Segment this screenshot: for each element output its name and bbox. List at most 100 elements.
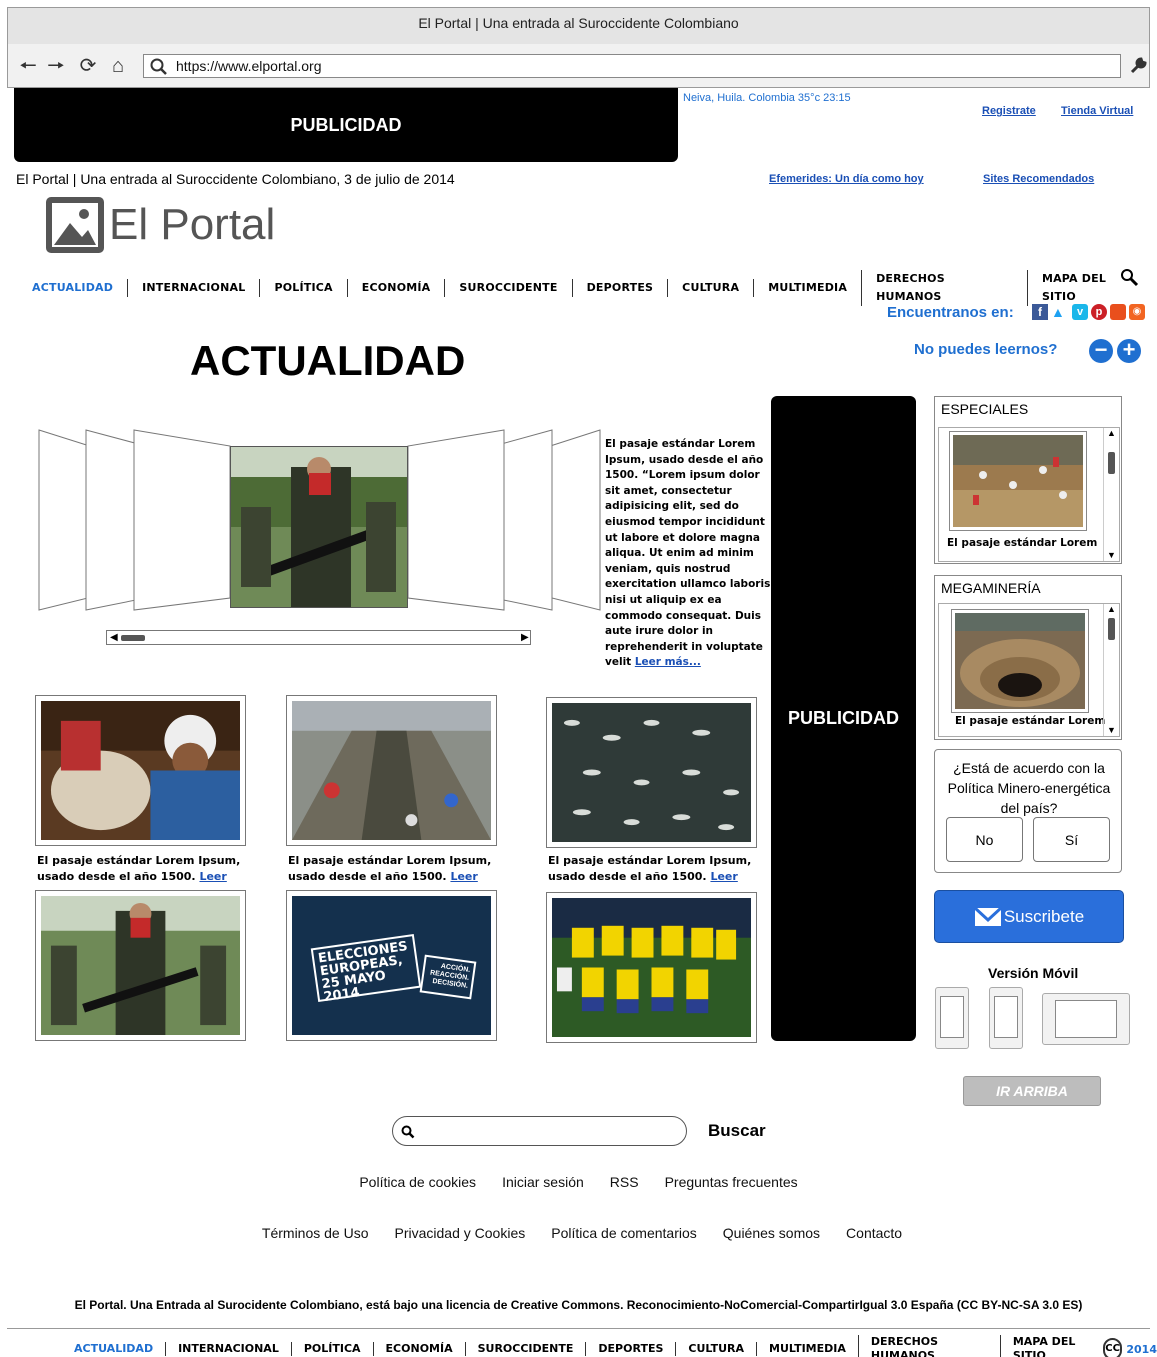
twitter-icon[interactable]: ▲ xyxy=(1051,304,1069,320)
read-link[interactable]: Leer xyxy=(199,870,226,883)
scroll-up-icon[interactable]: ▲ xyxy=(1107,428,1116,438)
reload-icon[interactable]: ⟳ xyxy=(78,56,98,76)
facebook-icon[interactable]: f xyxy=(1032,304,1048,320)
especiales-image[interactable] xyxy=(949,431,1087,531)
efemerides-link[interactable]: Efemerides: Un día como hoy xyxy=(769,173,924,185)
footer-nav: ACTUALIDAD INTERNACIONAL POLÍTICA ECONOM… xyxy=(62,1335,1157,1357)
footer-link[interactable]: Política de cookies xyxy=(359,1174,476,1190)
nav-suroccidente[interactable]: SUROCCIDENTE xyxy=(444,279,571,297)
coverflow-scrollbar[interactable]: ◀ ▶ xyxy=(106,630,531,645)
forward-arrow-icon[interactable]: 🠖 xyxy=(46,56,66,76)
article-thumbnail[interactable] xyxy=(546,697,757,848)
nav-politica[interactable]: POLÍTICA xyxy=(259,279,346,297)
footer-search-input[interactable] xyxy=(392,1116,687,1146)
scroll-right-icon[interactable]: ▶ xyxy=(521,632,529,643)
store-link[interactable]: Tienda Virtual xyxy=(1061,105,1133,117)
back-arrow-icon[interactable]: 🠔 xyxy=(18,56,38,76)
election-title: ELECCIONES EUROPEAS, 25 MAYO 2014 xyxy=(310,934,422,1005)
poll-question: ¿Está de acuerdo con la Política Minero-… xyxy=(947,760,1111,816)
subscribe-button[interactable]: Suscribete xyxy=(934,890,1124,943)
footer-nav-mapa-del-sitio[interactable]: MAPA DEL SITIO xyxy=(999,1335,1111,1357)
nav-actualidad[interactable]: ACTUALIDAD xyxy=(24,279,127,297)
register-link[interactable]: Registrate xyxy=(982,105,1036,117)
article-thumbnail[interactable] xyxy=(35,890,246,1041)
nav-deportes[interactable]: DEPORTES xyxy=(571,279,668,297)
tablet-device-icon[interactable] xyxy=(989,987,1023,1049)
nav-internacional[interactable]: INTERNACIONAL xyxy=(127,279,259,297)
search-icon xyxy=(150,58,167,75)
decrease-text-icon[interactable]: − xyxy=(1089,339,1113,363)
read-link[interactable]: Leer xyxy=(710,870,737,883)
scroll-thumb[interactable] xyxy=(1108,618,1115,640)
poll-no-button[interactable]: No xyxy=(946,817,1023,862)
blogger-icon[interactable] xyxy=(1110,304,1126,320)
footer-nav-economia[interactable]: ECONOMÍA xyxy=(372,1342,465,1356)
election-slogan: ACCIÓN. REACCIÓN. DECISIÓN. xyxy=(419,954,477,1000)
footer-link[interactable]: Preguntas frecuentes xyxy=(665,1174,798,1190)
home-icon[interactable]: ⌂ xyxy=(108,56,128,76)
footer-nav-politica[interactable]: POLÍTICA xyxy=(290,1342,373,1356)
poll-yes-button[interactable]: Sí xyxy=(1033,817,1110,862)
footer-link[interactable]: Política de comentarios xyxy=(551,1225,697,1241)
footer-link[interactable]: RSS xyxy=(610,1174,639,1190)
featured-image[interactable] xyxy=(230,446,408,608)
scroll-thumb[interactable] xyxy=(121,635,145,641)
footer-nav-derechos-humanos[interactable]: DERECHOS HUMANOS xyxy=(857,1335,1000,1357)
nav-multimedia[interactable]: MULTIMEDIA xyxy=(753,279,861,297)
site-search-icon[interactable] xyxy=(1120,268,1140,288)
landscape-device-icon[interactable] xyxy=(1042,993,1130,1045)
article-thumbnail[interactable] xyxy=(546,892,757,1043)
footer-nav-internacional[interactable]: INTERNACIONAL xyxy=(165,1342,291,1356)
increase-text-icon[interactable]: + xyxy=(1117,339,1141,363)
nav-derechos-humanos[interactable]: DERECHOS HUMANOS xyxy=(861,270,1027,306)
especiales-panel: ESPECIALES El pasaje estándar Lorem ▲ ▼ xyxy=(934,396,1122,564)
wrench-icon[interactable] xyxy=(1128,56,1148,76)
footer-nav-suroccidente[interactable]: SUROCCIDENTE xyxy=(464,1342,586,1356)
megamineria-image[interactable] xyxy=(951,609,1089,713)
scroll-down-icon[interactable]: ▼ xyxy=(1107,725,1116,735)
article-caption: El pasaje estándar Lorem Ipsum, usado de… xyxy=(288,853,498,885)
megamineria-scrollbar[interactable]: ▲ ▼ xyxy=(1103,604,1119,736)
especiales-scrollbar[interactable]: ▲ ▼ xyxy=(1103,428,1119,561)
read-more-link[interactable]: Leer más... xyxy=(635,656,701,668)
footer-link[interactable]: Contacto xyxy=(846,1225,902,1241)
site-logo-text[interactable]: El Portal xyxy=(109,200,275,250)
megamineria-scroll-area[interactable]: El pasaje estándar Lorem ▲ ▼ xyxy=(938,603,1120,737)
footer-nav-actualidad[interactable]: ACTUALIDAD xyxy=(62,1342,165,1356)
footer-link[interactable]: Quiénes somos xyxy=(723,1225,820,1241)
phone-device-icon[interactable] xyxy=(935,987,969,1049)
pinterest-icon[interactable]: p xyxy=(1091,304,1107,320)
mobile-version-title: Versión Móvil xyxy=(988,965,1079,981)
address-bar[interactable]: https://www.elportal.org xyxy=(143,54,1121,78)
scroll-up-icon[interactable]: ▲ xyxy=(1107,604,1116,614)
featured-body: El pasaje estándar Lorem Ipsum, usado de… xyxy=(605,438,771,669)
read-link[interactable]: Leer xyxy=(450,870,477,883)
nav-cultura[interactable]: CULTURA xyxy=(667,279,753,297)
side-ad-banner[interactable]: PUBLICIDAD xyxy=(771,396,916,1041)
megamineria-caption: El pasaje estándar Lorem xyxy=(955,715,1106,727)
article-thumbnail[interactable] xyxy=(286,695,497,846)
subscribe-label: Suscribete xyxy=(1003,906,1085,926)
top-ad-banner[interactable]: PUBLICIDAD xyxy=(14,88,678,162)
article-thumbnail[interactable]: ELECCIONES EUROPEAS, 25 MAYO 2014 ACCIÓN… xyxy=(286,890,497,1041)
footer-link[interactable]: Iniciar sesión xyxy=(502,1174,584,1190)
search-button[interactable]: Buscar xyxy=(708,1121,766,1141)
footer-nav-deportes[interactable]: DEPORTES xyxy=(585,1342,675,1356)
readability-label: No puedes leernos? xyxy=(914,341,1058,358)
recommended-sites-link[interactable]: Sites Recomendados xyxy=(983,173,1094,185)
footer-link[interactable]: Términos de Uso xyxy=(262,1225,369,1241)
footer-nav-cultura[interactable]: CULTURA xyxy=(675,1342,756,1356)
article-thumbnail[interactable] xyxy=(35,695,246,846)
browser-toolbar: 🠔 🠖 ⟳ ⌂ https://www.elportal.org xyxy=(7,44,1150,88)
scroll-thumb[interactable] xyxy=(1108,452,1115,474)
scroll-left-icon[interactable]: ◀ xyxy=(110,632,118,643)
especiales-scroll-area[interactable]: El pasaje estándar Lorem ▲ ▼ xyxy=(938,427,1120,562)
footer-link[interactable]: Privacidad y Cookies xyxy=(395,1225,526,1241)
vimeo-icon[interactable]: v xyxy=(1072,304,1088,320)
back-to-top-button[interactable]: IR ARRIBA xyxy=(963,1076,1101,1106)
envelope-icon xyxy=(973,906,1002,926)
scroll-down-icon[interactable]: ▼ xyxy=(1107,550,1116,560)
rss-icon[interactable]: ◉ xyxy=(1129,304,1145,320)
footer-nav-multimedia[interactable]: MULTIMEDIA xyxy=(756,1342,858,1356)
nav-economia[interactable]: ECONOMÍA xyxy=(346,279,445,297)
